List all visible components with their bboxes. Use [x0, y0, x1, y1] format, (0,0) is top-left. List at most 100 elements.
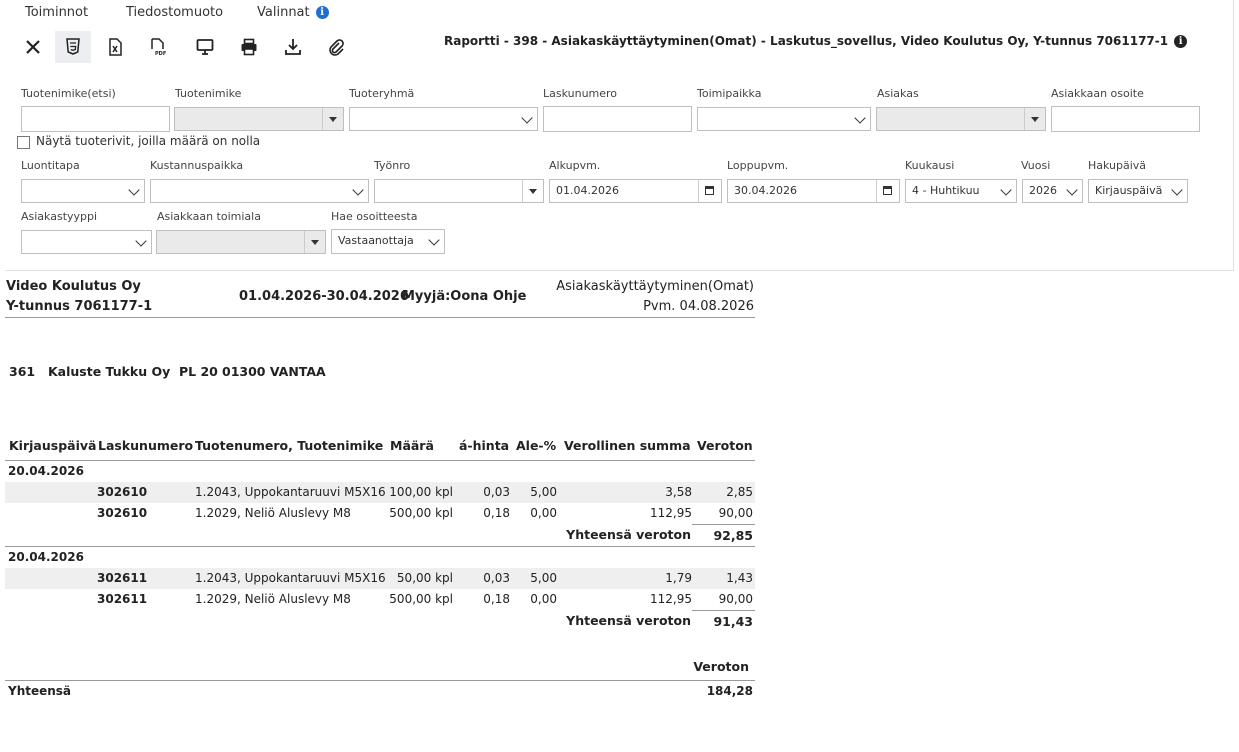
customer-id: 361 [9, 364, 36, 379]
report-pvm: Pvm. 04.08.2026 [643, 299, 754, 314]
title-info-icon[interactable]: i [1174, 35, 1188, 48]
row-net: 90,00 [718, 506, 753, 520]
print-button[interactable] [231, 31, 267, 63]
toimipaikka-select[interactable] [697, 107, 871, 131]
customer-name: Kaluste Tukku Oy [48, 364, 171, 379]
row-product: 1.2029, Neliö Aluslevy M8 [195, 506, 351, 520]
asiakastyyppi-select[interactable] [21, 230, 152, 254]
subtotal-value: 92,85 [713, 528, 753, 543]
subtotal-value: 91,43 [713, 614, 753, 629]
hae-osoitteesta-value: Vastaanottaja [338, 234, 414, 247]
row-price: 0,03 [483, 485, 510, 499]
row-qty: 500,00 kpl [389, 506, 453, 520]
excel-icon [109, 38, 122, 56]
label-tuotenimike: Tuotenimike [175, 87, 242, 100]
label-tuoteryhma: Tuoteryhmä [349, 87, 415, 100]
alkupvm-value: 01.04.2026 [556, 184, 619, 197]
hae-osoitteesta-select[interactable]: Vastaanottaja [331, 229, 445, 254]
asiakkaan-toimiala-select[interactable] [156, 230, 326, 254]
report-title: Raportti - 398 - Asiakaskäyttäytyminen(O… [444, 34, 1188, 48]
subtotal-label: Yhteensä veroton [566, 613, 691, 628]
row-price: 0,03 [483, 571, 510, 585]
menu-toiminnot[interactable]: Toiminnot [25, 5, 88, 20]
grand-label: Yhteensä [8, 684, 72, 698]
close-button[interactable] [15, 31, 51, 63]
excel-button[interactable] [97, 31, 133, 63]
label-asiakkaan-toimiala: Asiakkaan toimiala [157, 210, 261, 223]
menu-valinnat[interactable]: Valinnat i [257, 5, 329, 20]
nayta-nolla-checkbox[interactable] [17, 136, 30, 149]
close-icon [26, 40, 40, 54]
svg-text:PDF: PDF [155, 51, 166, 56]
html-button[interactable] [55, 31, 91, 63]
menu-tiedostomuoto[interactable]: Tiedostomuoto [126, 5, 223, 20]
tyonro-select[interactable] [374, 179, 544, 203]
label-kustannuspaikka: Kustannuspaikka [150, 159, 244, 172]
row-qty: 100,00 kpl [389, 485, 453, 499]
dropdown-arrow-icon [522, 180, 543, 202]
asiakas-select[interactable] [876, 107, 1046, 131]
luontitapa-select[interactable] [21, 179, 145, 203]
customer-address: PL 20 [179, 364, 218, 379]
hakupaiva-select[interactable]: Kirjauspäivä [1088, 179, 1188, 203]
download-icon [285, 39, 301, 55]
group-date: 20.04.2026 [8, 550, 84, 564]
table-header-divider [5, 460, 755, 461]
calendar-icon[interactable] [698, 180, 721, 202]
alkupvm-input[interactable]: 01.04.2026 [549, 179, 722, 203]
kuukausi-select[interactable]: 4 - Huhtikuu [905, 179, 1017, 203]
row-price: 0,18 [483, 592, 510, 606]
chevron-down-icon [135, 235, 147, 247]
hakupaiva-value: Kirjauspäivä [1095, 184, 1163, 197]
label-tyonro: Työnro [374, 159, 411, 172]
calendar-icon[interactable] [876, 180, 899, 202]
row-product: 1.2043, Uppokantaruuvi M5X16 [195, 485, 386, 499]
subtotal-line [692, 610, 755, 611]
row-discount: 0,00 [530, 506, 557, 520]
info-icon[interactable]: i [315, 6, 329, 19]
dropdown-arrow-icon [1024, 108, 1045, 130]
chevron-down-icon [854, 112, 866, 124]
asiakkaan-osoite-input[interactable] [1051, 106, 1200, 132]
label-alkupvm: Alkupvm. [549, 159, 601, 172]
subtotal-label: Yhteensä veroton [566, 527, 691, 542]
row-gross: 1,79 [665, 571, 692, 585]
row-net: 2,85 [726, 485, 753, 499]
row-gross: 112,95 [650, 506, 692, 520]
label-asiakas: Asiakas [877, 87, 919, 100]
report-seller: Myyjä:Oona Ohje [402, 289, 527, 304]
attachment-button[interactable] [318, 31, 354, 63]
tuotenimike-etsi-input[interactable] [21, 106, 170, 132]
label-asiakastyyppi: Asiakastyyppi [21, 210, 98, 223]
chevron-down-icon [1000, 184, 1012, 196]
nayta-nolla-label: Näytä tuoterivit, joilla määrä on nolla [36, 134, 261, 148]
row-discount: 5,00 [530, 571, 557, 585]
screen-button[interactable] [187, 31, 223, 63]
row-gross: 112,95 [650, 592, 692, 606]
label-hakupaiva: Hakupäivä [1088, 159, 1147, 172]
laskunumero-input[interactable] [543, 106, 692, 132]
loppupvm-input[interactable]: 30.04.2026 [727, 179, 900, 203]
tuotenimike-select[interactable] [174, 107, 344, 131]
col-maara: Määrä [390, 438, 434, 453]
vuosi-select[interactable]: 2026 [1022, 179, 1083, 203]
row-qty: 500,00 kpl [389, 592, 453, 606]
label-vuosi: Vuosi [1021, 159, 1051, 172]
tuoteryhma-select[interactable] [349, 107, 538, 131]
download-button[interactable] [275, 31, 311, 63]
row-product: 1.2029, Neliö Aluslevy M8 [195, 592, 351, 606]
row-product: 1.2043, Uppokantaruuvi M5X16 [195, 571, 386, 585]
row-net: 1,43 [726, 571, 753, 585]
label-laskunumero: Laskunumero [543, 87, 618, 100]
label-loppupvm: Loppupvm. [727, 159, 789, 172]
label-toimipaikka: Toimipaikka [697, 87, 762, 100]
label-asiakkaan-osoite: Asiakkaan osoite [1051, 87, 1144, 100]
report-company: Video Koulutus Oy [6, 279, 141, 294]
col-ahinta: á-hinta [459, 438, 510, 453]
report-name: Asiakaskäyttäytyminen(Omat) [556, 279, 754, 294]
loppupvm-value: 30.04.2026 [734, 184, 797, 197]
report-ytunnus: Y-tunnus 7061177-1 [6, 299, 153, 314]
kustannuspaikka-select[interactable] [150, 179, 369, 203]
label-tuotenimike-etsi: Tuotenimike(etsi) [21, 87, 116, 100]
pdf-button[interactable]: PDF [140, 31, 176, 63]
